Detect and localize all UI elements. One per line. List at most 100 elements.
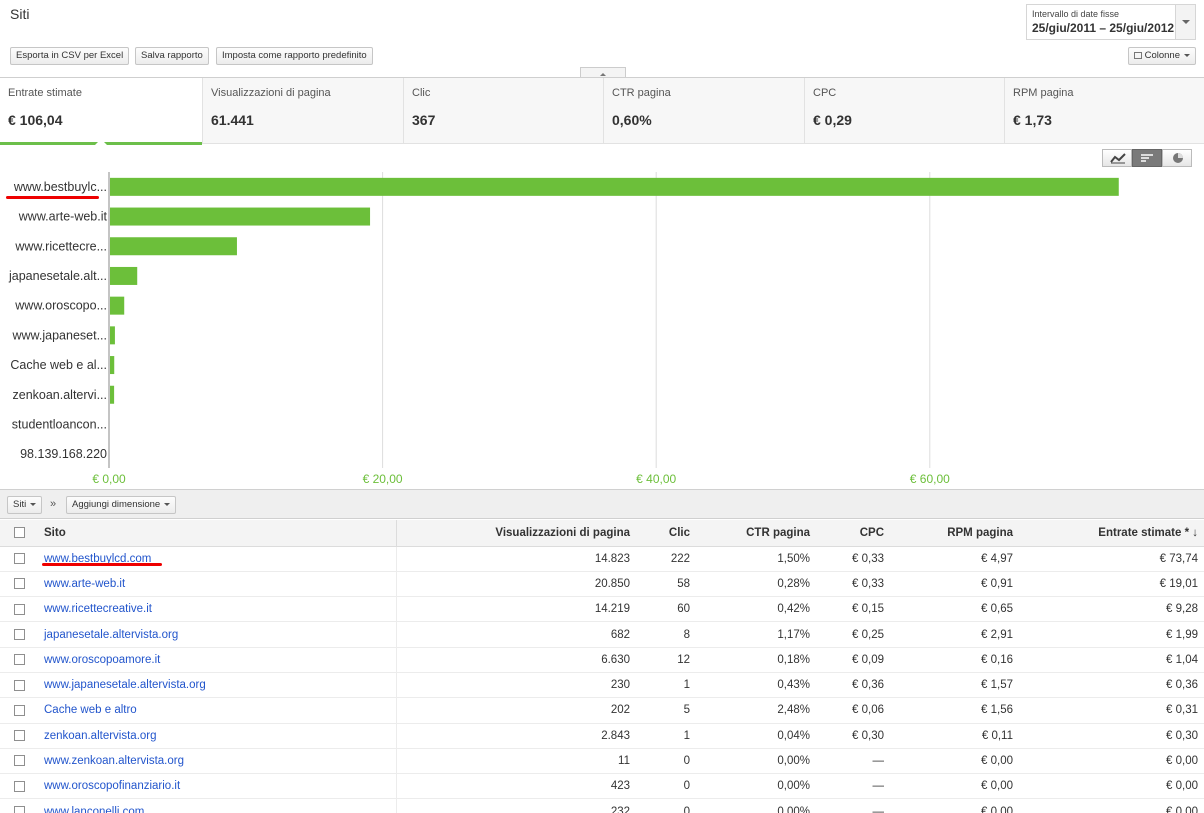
row-checkbox-cell[interactable] bbox=[0, 773, 38, 800]
metric-value: 367 bbox=[412, 112, 436, 128]
chevron-down-icon bbox=[164, 503, 171, 509]
checkbox[interactable] bbox=[13, 704, 25, 716]
column-header-estimated-earnings[interactable]: Entrate stimate * ↓ bbox=[1019, 520, 1204, 547]
column-header-cpc[interactable]: CPC bbox=[816, 520, 890, 547]
earnings-cell: € 0,00 bbox=[1019, 773, 1204, 800]
x-tick-label: € 60,00 bbox=[910, 472, 950, 486]
metric-page-ctr[interactable]: CTR pagina 0,60% bbox=[603, 78, 804, 144]
metric-clicks[interactable]: Clic 367 bbox=[403, 78, 603, 144]
site-link[interactable]: www.oroscopoamore.it bbox=[44, 654, 160, 666]
site-cell[interactable]: www.zenkoan.altervista.org bbox=[38, 748, 397, 775]
metric-label: Visualizzazioni di pagina bbox=[211, 87, 331, 99]
chevron-down-icon bbox=[1184, 54, 1190, 60]
site-link[interactable]: japanesetale.altervista.org bbox=[44, 629, 178, 641]
checkbox[interactable] bbox=[13, 578, 25, 590]
row-checkbox-cell[interactable] bbox=[0, 621, 38, 648]
site-link[interactable]: www.oroscopofinanziario.it bbox=[44, 780, 180, 792]
save-report-button[interactable]: Salva rapporto bbox=[135, 47, 209, 65]
metric-estimated-earnings[interactable]: Entrate stimate € 106,04 bbox=[0, 78, 202, 145]
site-cell[interactable]: www.lanconelli.com bbox=[38, 798, 397, 813]
column-header-clicks[interactable]: Clic bbox=[636, 520, 696, 547]
metric-value: € 1,73 bbox=[1013, 112, 1052, 128]
site-cell[interactable]: www.ricettecreative.it bbox=[38, 596, 397, 623]
column-header-page-ctr[interactable]: CTR pagina bbox=[696, 520, 816, 547]
site-link[interactable]: www.japanesetale.altervista.org bbox=[44, 679, 206, 691]
page-rpm-cell: € 0,11 bbox=[890, 723, 1019, 749]
date-range-picker[interactable]: Intervallo di date fisse 25/giu/2011 – 2… bbox=[1026, 4, 1196, 40]
red-underline-annotation bbox=[6, 196, 99, 199]
site-cell[interactable]: www.japanesetale.altervista.org bbox=[38, 672, 397, 699]
checkbox[interactable] bbox=[13, 654, 25, 666]
chevron-down-icon[interactable] bbox=[1175, 5, 1195, 39]
row-checkbox-cell[interactable] bbox=[0, 723, 38, 749]
site-cell[interactable]: japanesetale.altervista.org bbox=[38, 621, 397, 648]
page-views-cell: 6.630 bbox=[396, 647, 636, 673]
line-chart-icon[interactable] bbox=[1102, 149, 1132, 167]
row-checkbox-cell[interactable] bbox=[0, 697, 38, 724]
row-checkbox-cell[interactable] bbox=[0, 748, 38, 775]
bar bbox=[110, 356, 115, 375]
dimension-select[interactable]: Siti bbox=[7, 496, 43, 514]
select-all-checkbox[interactable] bbox=[0, 520, 38, 547]
set-default-report-button[interactable]: Imposta come rapporto predefinito bbox=[216, 47, 373, 65]
clicks-cell: 60 bbox=[636, 596, 696, 623]
site-cell[interactable]: Cache web e altro bbox=[38, 697, 397, 724]
collapse-toggle[interactable] bbox=[580, 67, 626, 77]
site-link[interactable]: www.lanconelli.com bbox=[44, 806, 144, 813]
site-cell[interactable]: www.oroscopoamore.it bbox=[38, 647, 397, 673]
site-link[interactable]: zenkoan.altervista.org bbox=[44, 730, 157, 742]
metric-page-rpm[interactable]: RPM pagina € 1,73 bbox=[1004, 78, 1204, 144]
checkbox[interactable] bbox=[13, 603, 25, 615]
site-cell[interactable]: zenkoan.altervista.org bbox=[38, 723, 397, 749]
category-label: www.japaneset... bbox=[12, 328, 108, 342]
cpc-cell: — bbox=[816, 748, 890, 775]
columns-button[interactable]: Colonne bbox=[1127, 47, 1196, 65]
checkbox[interactable] bbox=[13, 629, 25, 640]
earnings-cell: € 0,31 bbox=[1019, 697, 1204, 724]
row-checkbox-cell[interactable] bbox=[0, 571, 38, 598]
site-link[interactable]: www.arte-web.it bbox=[44, 578, 125, 590]
bar-chart-icon[interactable] bbox=[1132, 149, 1162, 167]
page-views-cell: 682 bbox=[396, 621, 636, 648]
site-link[interactable]: www.zenkoan.altervista.org bbox=[44, 755, 184, 767]
column-header-site[interactable]: Sito bbox=[38, 520, 397, 547]
checkbox[interactable] bbox=[13, 553, 25, 565]
checkbox[interactable] bbox=[13, 806, 25, 813]
page-rpm-cell: € 2,91 bbox=[890, 621, 1019, 648]
page-rpm-cell: € 0,65 bbox=[890, 596, 1019, 623]
chevron-down-icon bbox=[30, 503, 37, 509]
category-label: www.oroscopo... bbox=[14, 299, 107, 313]
checkbox[interactable] bbox=[13, 780, 25, 792]
checkbox[interactable] bbox=[13, 755, 25, 767]
checkbox[interactable] bbox=[13, 679, 25, 691]
row-checkbox-cell[interactable] bbox=[0, 596, 38, 623]
metric-label: CPC bbox=[813, 87, 837, 99]
selected-notch bbox=[95, 133, 107, 145]
metric-cpc[interactable]: CPC € 0,29 bbox=[804, 78, 1004, 144]
add-dimension-button[interactable]: Aggiungi dimensione bbox=[66, 496, 177, 514]
clicks-cell: 58 bbox=[636, 571, 696, 598]
site-link[interactable]: www.ricettecreative.it bbox=[44, 603, 152, 615]
column-header-page-views[interactable]: Visualizzazioni di pagina bbox=[396, 520, 636, 547]
checkbox[interactable] bbox=[13, 527, 25, 539]
table-row: www.zenkoan.altervista.org 11 0 0,00% — € 0,0… bbox=[0, 748, 1204, 775]
site-cell[interactable]: www.bestbuylcd.com bbox=[38, 546, 397, 572]
row-checkbox-cell[interactable] bbox=[0, 798, 38, 813]
column-header-page-rpm[interactable]: RPM pagina bbox=[890, 520, 1019, 547]
export-csv-button[interactable]: Esporta in CSV per Excel bbox=[10, 47, 130, 65]
checkbox[interactable] bbox=[13, 730, 25, 742]
metric-page-views[interactable]: Visualizzazioni di pagina 61.441 bbox=[202, 78, 403, 144]
clicks-cell: 1 bbox=[636, 723, 696, 749]
page-ctr-cell: 2,48% bbox=[696, 697, 816, 724]
page-rpm-cell: € 0,16 bbox=[890, 647, 1019, 673]
page-title: Siti bbox=[10, 6, 30, 22]
row-checkbox-cell[interactable] bbox=[0, 546, 38, 572]
site-cell[interactable]: www.arte-web.it bbox=[38, 571, 397, 598]
row-checkbox-cell[interactable] bbox=[0, 672, 38, 699]
pie-chart-icon[interactable] bbox=[1162, 149, 1192, 167]
site-link[interactable]: Cache web e altro bbox=[44, 704, 137, 716]
row-checkbox-cell[interactable] bbox=[0, 647, 38, 673]
earnings-cell: € 73,74 bbox=[1019, 546, 1204, 572]
site-cell[interactable]: www.oroscopofinanziario.it bbox=[38, 773, 397, 800]
clicks-cell: 8 bbox=[636, 621, 696, 648]
